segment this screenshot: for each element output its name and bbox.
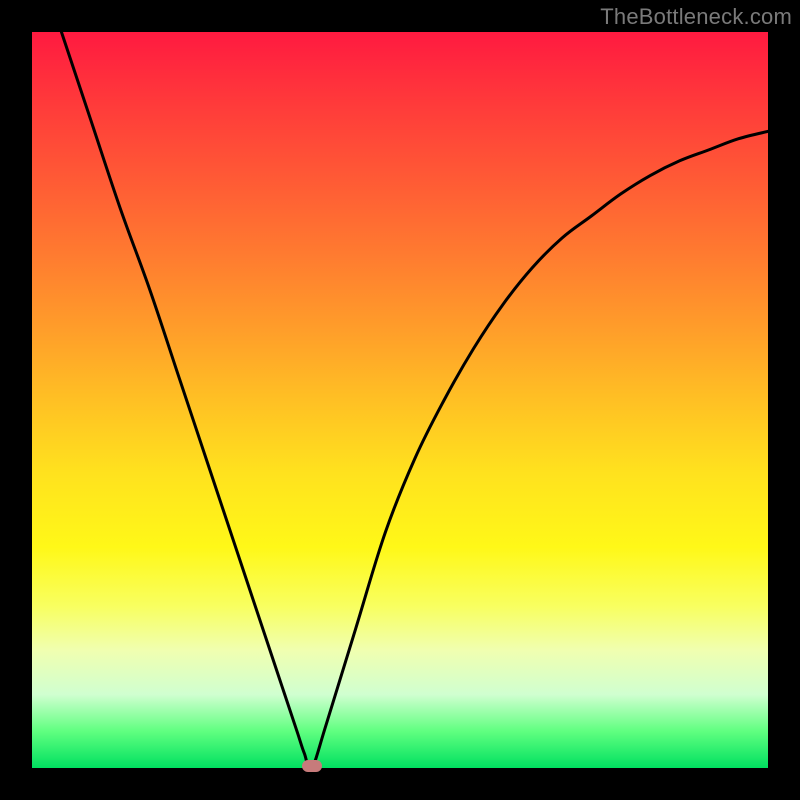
bottleneck-curve bbox=[32, 32, 768, 768]
watermark-text: TheBottleneck.com bbox=[600, 4, 792, 30]
plot-area bbox=[32, 32, 768, 768]
chart-container: TheBottleneck.com bbox=[0, 0, 800, 800]
minimum-marker bbox=[302, 760, 322, 772]
